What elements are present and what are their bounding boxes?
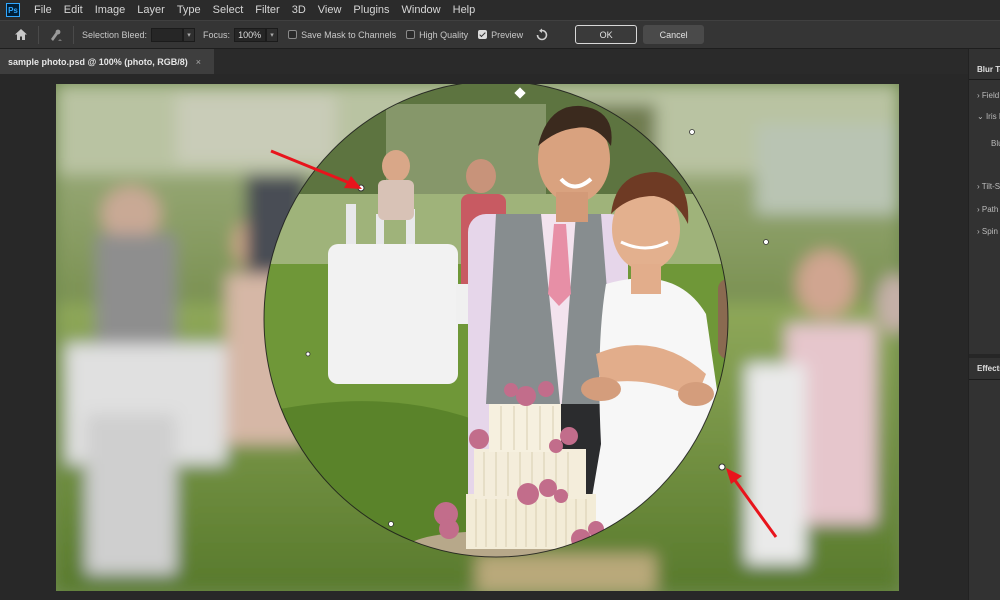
cancel-button[interactable]: Cancel	[643, 25, 705, 44]
menu-type[interactable]: Type	[171, 4, 207, 16]
preview-checkbox[interactable]	[478, 30, 488, 39]
close-icon[interactable]: ×	[196, 57, 201, 67]
divider	[969, 354, 1000, 358]
selection-bleed-field[interactable]	[151, 27, 184, 42]
document-tab[interactable]: sample photo.psd @ 100% (photo, RGB/8) ×	[0, 49, 214, 74]
panel-item-path-blur[interactable]: › Path Blur	[977, 205, 1000, 214]
menu-file[interactable]: File	[28, 4, 58, 16]
menu-plugins[interactable]: Plugins	[347, 4, 395, 16]
panel-item-spin-blur[interactable]: › Spin Blur	[977, 227, 1000, 236]
options-bar: Selection Bleed: ▾ Focus: 100% ▾ Save Ma…	[0, 20, 1000, 49]
divider	[969, 79, 1000, 80]
menu-edit[interactable]: Edit	[58, 4, 89, 16]
menu-3d[interactable]: 3D	[286, 4, 312, 16]
selection-bleed-label: Selection Bleed:	[82, 29, 148, 40]
blur-tools-panel: Blur Tools › Field Blur ⌄ Iris Blur Blur…	[968, 49, 1000, 600]
menu-select[interactable]: Select	[207, 4, 250, 16]
menu-bar: Ps File Edit Image Layer Type Select Fil…	[0, 0, 1000, 20]
menu-layer[interactable]: Layer	[131, 4, 171, 16]
panel-title: Blur Tools	[977, 65, 1000, 74]
home-icon[interactable]	[10, 26, 32, 44]
high-quality-label: High Quality	[419, 29, 469, 40]
effects-title: Effects	[977, 364, 1000, 373]
panel-item-tilt-shift[interactable]: › Tilt-Shift	[977, 182, 1000, 191]
divider	[73, 25, 74, 44]
preview-label: Preview	[491, 29, 524, 40]
panel-item-field-blur[interactable]: › Field Blur	[977, 91, 1000, 100]
document-canvas[interactable]	[56, 84, 899, 591]
menu-view[interactable]: View	[312, 4, 348, 16]
document-tab-title: sample photo.psd @ 100% (photo, RGB/8)	[8, 56, 188, 67]
menu-window[interactable]: Window	[396, 4, 447, 16]
menu-filter[interactable]: Filter	[249, 4, 285, 16]
photo-image	[56, 84, 899, 591]
workspace	[0, 74, 968, 600]
menu-image[interactable]: Image	[89, 4, 132, 16]
divider	[969, 379, 1000, 380]
high-quality-checkbox[interactable]	[406, 30, 416, 39]
focus-label: Focus:	[203, 29, 231, 40]
reset-icon[interactable]	[531, 26, 553, 44]
save-mask-checkbox[interactable]	[288, 30, 298, 39]
panel-item-iris-blur[interactable]: ⌄ Iris Blur	[977, 112, 1000, 121]
save-mask-label: Save Mask to Channels	[301, 29, 397, 40]
photoshop-logo: Ps	[6, 3, 20, 17]
blur-label: Blur:	[991, 139, 1000, 148]
ok-button[interactable]: OK	[575, 25, 638, 44]
chevron-down-icon[interactable]: ▾	[183, 27, 196, 42]
focus-field[interactable]: 100%	[234, 27, 267, 42]
chevron-down-icon[interactable]: ▾	[266, 27, 279, 42]
menu-help[interactable]: Help	[447, 4, 482, 16]
blur-tool-icon[interactable]	[45, 26, 67, 44]
document-tab-bar: sample photo.psd @ 100% (photo, RGB/8) ×	[0, 49, 968, 74]
divider	[38, 25, 39, 44]
